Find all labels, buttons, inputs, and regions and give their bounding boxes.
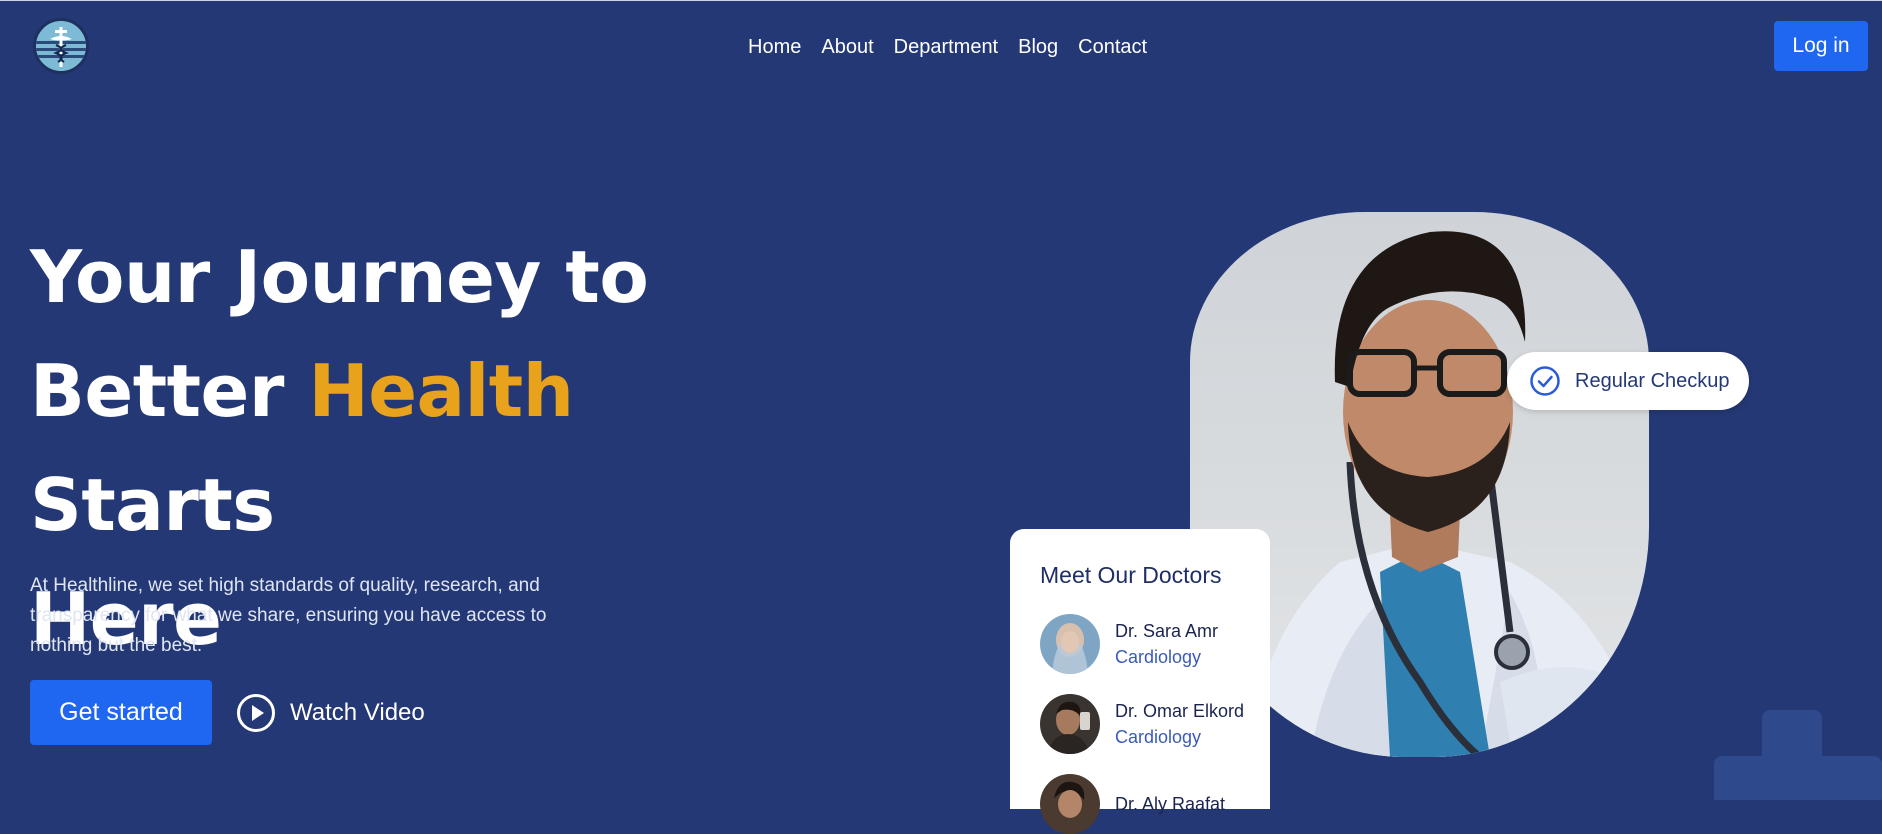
avatar [1040, 694, 1100, 754]
doctors-card-title: Meet Our Doctors [1040, 562, 1222, 588]
get-started-button[interactable]: Get started [30, 680, 212, 745]
hero-description: At Healthline, we set high standards of … [30, 575, 547, 656]
nav-home[interactable]: Home [738, 34, 811, 60]
watch-video-button[interactable]: Watch Video [236, 693, 425, 733]
nav-blog[interactable]: Blog [1008, 34, 1068, 60]
doctor-name: Dr. Omar Elkord [1115, 701, 1245, 721]
nav-department[interactable]: Department [884, 34, 1009, 60]
login-button[interactable]: Log in [1774, 21, 1868, 71]
doctor-item[interactable]: Dr. Sara Amr Cardiology [1040, 614, 1218, 674]
hero-title-line2-end: Starts [30, 463, 275, 547]
top-border [0, 0, 1882, 1]
doctor-item[interactable]: Dr. Omar Elkord Cardiology [1040, 694, 1244, 754]
main-nav: Home About Department Blog Contact [738, 34, 1157, 60]
doctor-dept: Cardiology [1115, 727, 1202, 747]
avatar [1040, 774, 1100, 834]
badge-label: Regular Checkup [1575, 369, 1730, 392]
avatar [1040, 614, 1100, 674]
watch-video-label: Watch Video [290, 699, 425, 726]
doctor-item[interactable]: Dr. Aly Raafat [1040, 774, 1225, 834]
play-circle-icon [237, 694, 275, 732]
decorative-plus-shape [1714, 710, 1882, 800]
hero-title-accent: Health [308, 349, 574, 433]
nav-contact[interactable]: Contact [1068, 34, 1157, 60]
regular-checkup-badge: Regular Checkup [1507, 352, 1749, 410]
doctor-name: Dr. Sara Amr [1115, 621, 1219, 641]
hero-title-line1: Your Journey to [30, 235, 649, 319]
doctor-name: Dr. Aly Raafat [1115, 794, 1226, 814]
caduceus-icon [36, 21, 86, 71]
logo[interactable] [33, 18, 89, 74]
doctors-card: Meet Our Doctors Dr. Sara Amr Cardiology [1010, 529, 1270, 834]
hero-title-line2-start: Better [30, 349, 309, 433]
doctor-dept: Cardiology [1115, 647, 1202, 667]
check-circle-icon [1530, 366, 1560, 396]
nav-about[interactable]: About [811, 34, 883, 60]
